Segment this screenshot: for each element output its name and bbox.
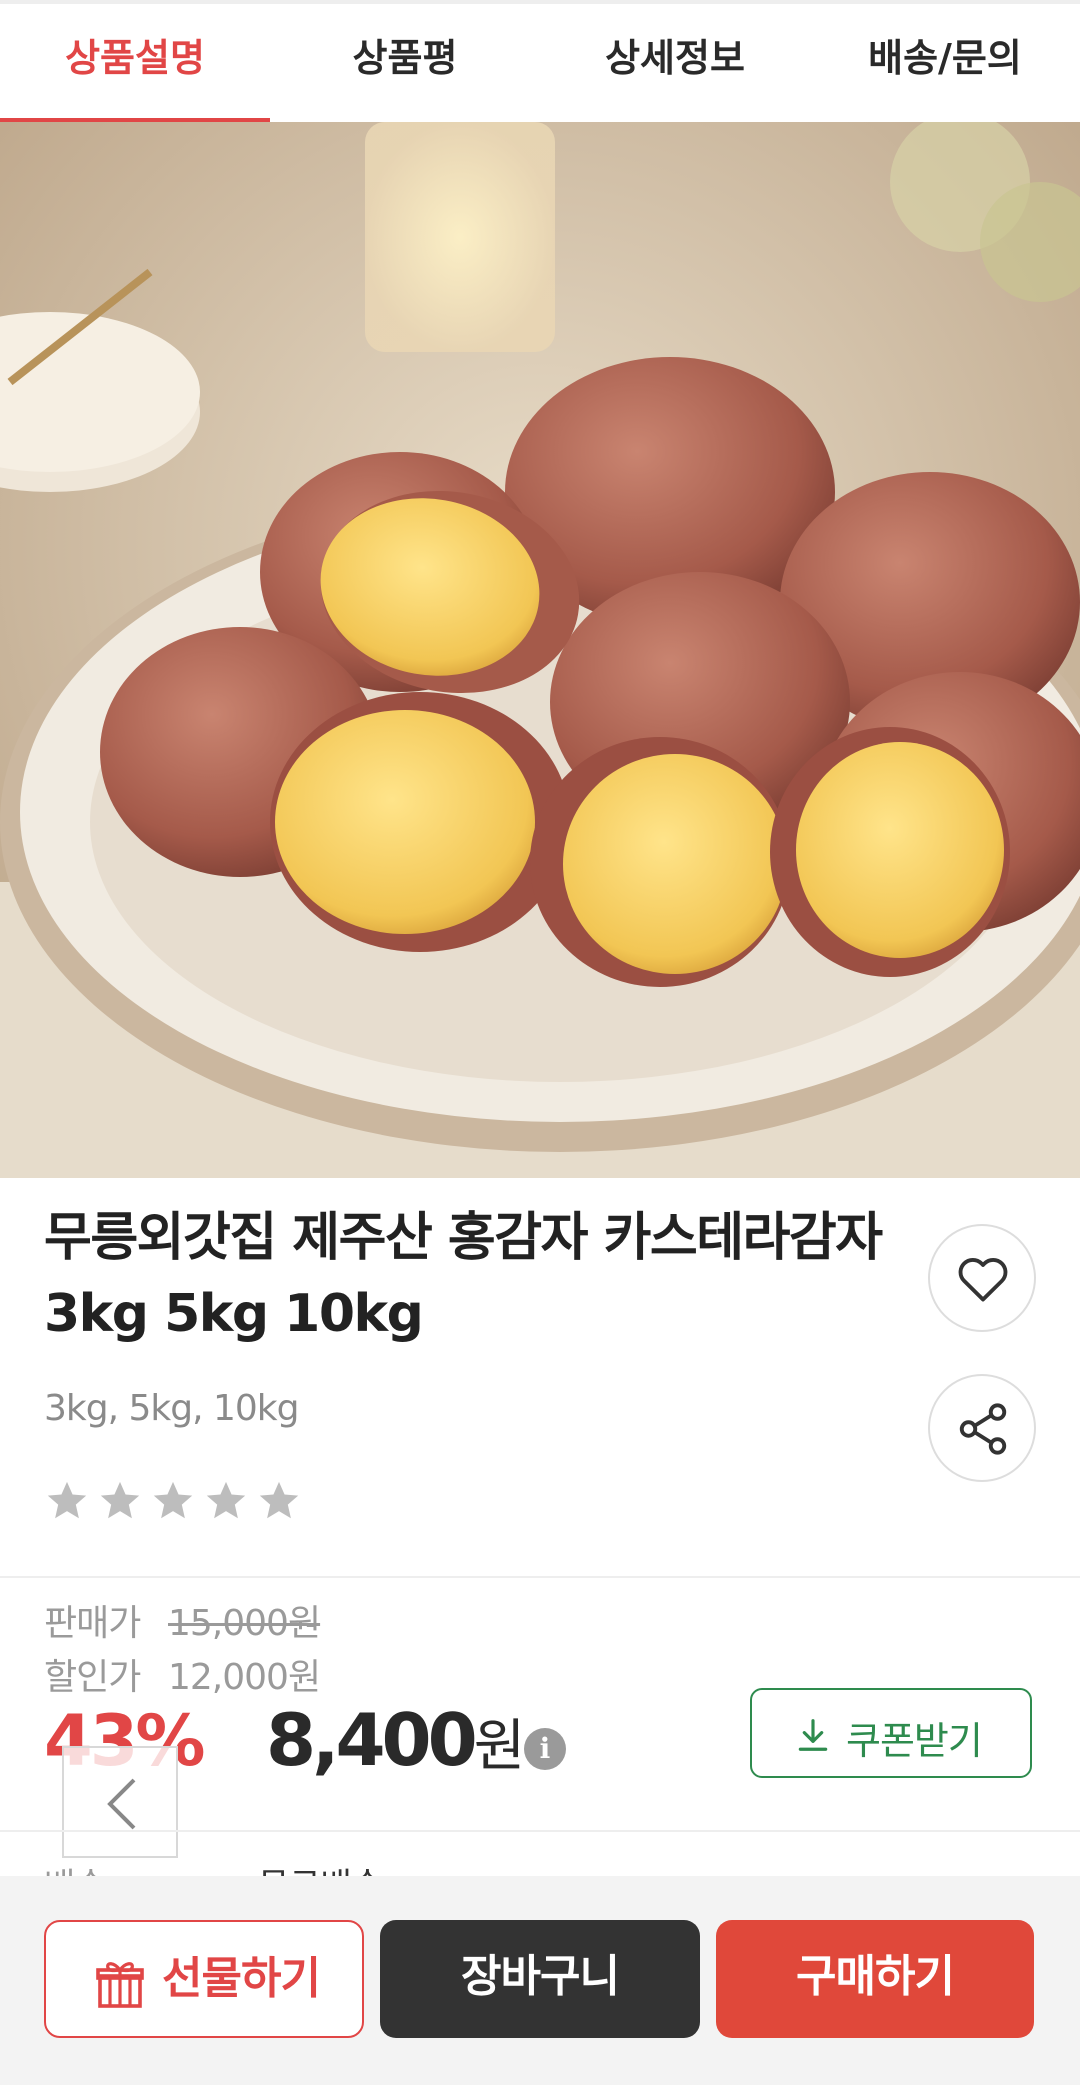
product-image-carousel[interactable] (0, 122, 1080, 1178)
product-title-line2: 3kg 5kg 10kg (44, 1284, 424, 1344)
coupon-download-button[interactable]: 쿠폰받기 (750, 1688, 1032, 1778)
chevron-left-icon (107, 1778, 136, 1830)
price-info-icon[interactable]: i (524, 1728, 566, 1770)
back-button[interactable] (62, 1746, 178, 1858)
tab-bar: 상품설명 상품평 상세정보 배송/문의 (0, 0, 1080, 126)
star-icon (100, 1481, 140, 1519)
section-divider (0, 1576, 1080, 1578)
sale-price-row: 판매가 15,000원 (44, 1594, 321, 1646)
gift-icon (96, 1962, 144, 2008)
share-button[interactable] (928, 1374, 1036, 1482)
tab-details[interactable]: 상세정보 (540, 4, 810, 118)
star-icon (260, 1481, 299, 1519)
tab-product-description[interactable]: 상품설명 (0, 4, 270, 118)
heart-icon (958, 1257, 1008, 1302)
star-icon (207, 1481, 246, 1519)
product-photo (0, 122, 1080, 1178)
product-options: 3kg, 5kg, 10kg (44, 1388, 299, 1429)
product-title: 무릉외갓집 제주산 홍감자 카스테라감자 3kg 5kg 10kg (44, 1200, 924, 1352)
tab-reviews[interactable]: 상품평 (270, 4, 540, 118)
wishlist-button[interactable] (928, 1224, 1036, 1332)
discount-price-row: 할인가 12,000원 (44, 1648, 321, 1700)
rating-stars (44, 1478, 304, 1526)
gift-button[interactable]: 선물하기 (44, 1920, 364, 2038)
star-icon (154, 1481, 193, 1519)
discount-price-value: 12,000원 (168, 1657, 321, 1698)
sale-price-value: 15,000원 (168, 1603, 321, 1644)
download-icon (798, 1719, 828, 1751)
final-price: 8,400원 (266, 1698, 525, 1782)
gift-label: 선물하기 (162, 1953, 321, 2004)
bottom-action-bar: 선물하기 장바구니 구매하기 (0, 1876, 1080, 2085)
final-price-unit: 원 (473, 1714, 526, 1779)
star-icon (47, 1481, 87, 1519)
add-to-cart-button[interactable]: 장바구니 (380, 1920, 700, 2038)
product-title-line1: 무릉외갓집 제주산 홍감자 카스테라감자 (44, 1208, 883, 1268)
buy-now-button[interactable]: 구매하기 (716, 1920, 1034, 2038)
sale-price-label: 판매가 (44, 1603, 141, 1644)
share-icon (959, 1403, 1007, 1455)
section-divider (0, 1830, 1080, 1832)
coupon-label: 쿠폰받기 (846, 1719, 983, 1763)
discount-price-label: 할인가 (44, 1657, 141, 1698)
tab-shipping-inquiry[interactable]: 배송/문의 (810, 4, 1080, 118)
final-price-amount: 8,400 (266, 1698, 478, 1782)
